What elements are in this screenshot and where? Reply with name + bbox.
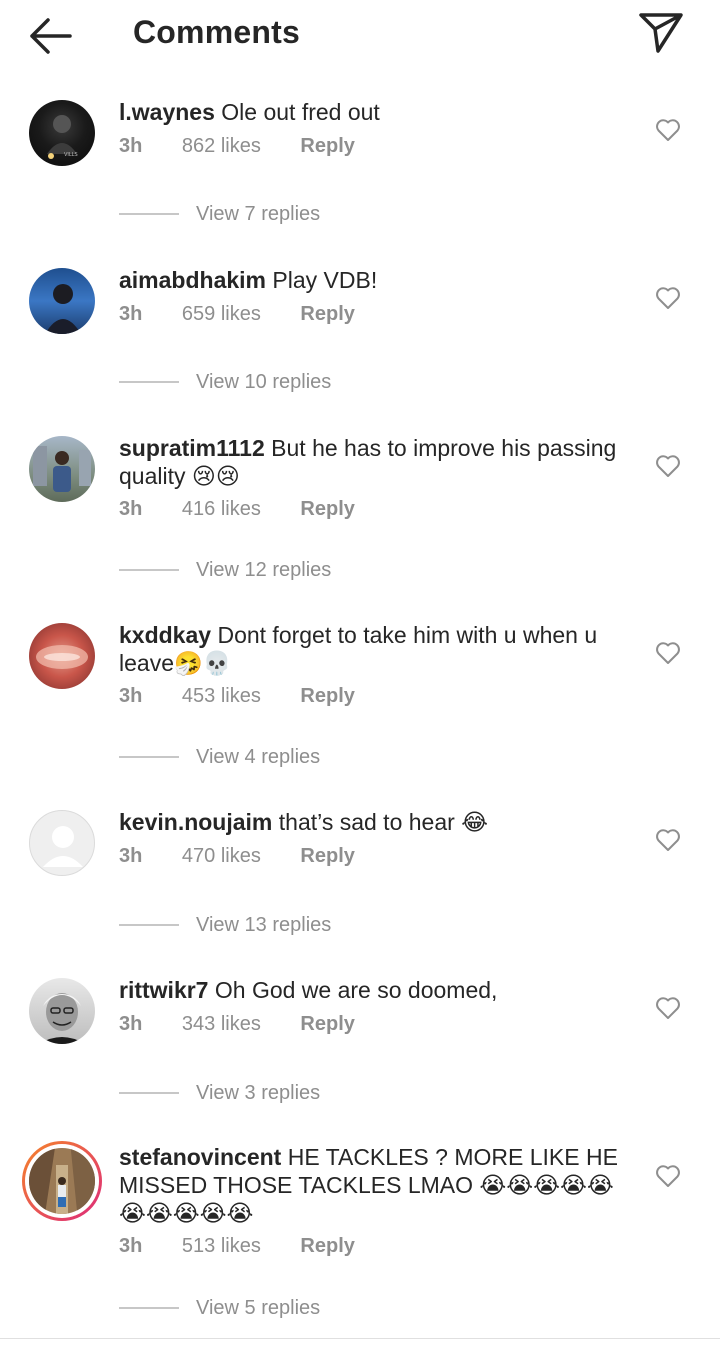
comment-body: Ole out fred out (221, 99, 380, 125)
comment-body: But he has to improve his passing (271, 435, 617, 461)
comment-body: that’s sad to hear 😂 (278, 809, 489, 835)
comment-body-continued-2: 😭😭😭😭😭 (119, 1200, 254, 1226)
view-replies-label: View 10 replies (196, 370, 332, 393)
comment-body-continued: quality 😢😢 (119, 463, 240, 489)
likes-count[interactable]: 513 likes (182, 1235, 261, 1258)
comment-meta: 3h 343 likes Reply (119, 1013, 389, 1036)
likes-count[interactable]: 862 likes (182, 135, 261, 158)
comment-username[interactable]: rittwikr7 (119, 977, 208, 1003)
comment-meta: 3h 513 likes Reply (119, 1235, 389, 1258)
comment-meta: 3h 453 likes Reply (119, 685, 389, 708)
view-replies-button[interactable]: View 3 replies (119, 1079, 320, 1107)
comment-text: kevin.noujaim that’s sad to hear 😂 (119, 808, 639, 836)
comment-username[interactable]: l.waynes (119, 99, 215, 125)
comment-body: Oh God we are so doomed, (214, 977, 498, 1003)
view-replies-button[interactable]: View 5 replies (119, 1294, 320, 1322)
comment-time: 3h (119, 845, 143, 867)
comment-time: 3h (119, 685, 143, 707)
reply-button[interactable]: Reply (300, 845, 354, 868)
comment-meta: 3h 862 likes Reply (119, 135, 389, 158)
comment-text: stefanovincent HE TACKLES ? MORE LIKE HE… (119, 1143, 639, 1227)
default-avatar-icon[interactable] (29, 810, 95, 876)
avatar[interactable] (29, 978, 95, 1044)
comment-time: 3h (119, 1235, 143, 1257)
view-replies-label: View 5 replies (196, 1296, 321, 1319)
replies-divider (119, 756, 179, 758)
reply-button[interactable]: Reply (300, 303, 354, 326)
comment-text: kxddkay Dont forget to take him with u w… (119, 621, 639, 677)
reply-button[interactable]: Reply (300, 685, 354, 708)
replies-divider (119, 924, 179, 926)
comment-username[interactable]: supratim1112 (119, 435, 265, 461)
view-replies-label: View 4 replies (196, 745, 321, 768)
reply-button[interactable]: Reply (300, 1235, 354, 1258)
comment-body: Dont forget to take him with u when u (217, 622, 598, 648)
back-arrow-icon[interactable] (24, 14, 78, 58)
heart-outline-icon[interactable] (655, 641, 681, 665)
story-avatar[interactable] (22, 1141, 102, 1221)
svg-text:VILLS: VILLS (64, 152, 78, 158)
reply-button[interactable]: Reply (300, 498, 354, 521)
replies-divider (119, 569, 179, 571)
comment-text: l.waynes Ole out fred out (119, 98, 639, 126)
comment-meta: 3h 659 likes Reply (119, 303, 389, 326)
view-replies-button[interactable]: View 7 replies (119, 200, 320, 228)
replies-divider (119, 1092, 179, 1094)
page-title: Comments (133, 14, 300, 50)
view-replies-label: View 7 replies (196, 202, 321, 225)
reply-button[interactable]: Reply (300, 1013, 354, 1036)
comment-time: 3h (119, 135, 143, 157)
view-replies-label: View 13 replies (196, 913, 332, 936)
avatar[interactable] (29, 623, 95, 689)
comment-username[interactable]: kxddkay (119, 622, 211, 648)
comment-body: HE TACKLES ? MORE LIKE HE (287, 1144, 618, 1170)
heart-outline-icon[interactable] (655, 996, 681, 1020)
heart-outline-icon[interactable] (655, 118, 681, 142)
comment-meta: 3h 470 likes Reply (119, 845, 389, 868)
comment-time: 3h (119, 303, 143, 325)
view-replies-label: View 3 replies (196, 1081, 321, 1104)
replies-divider (119, 381, 179, 383)
comment-username[interactable]: stefanovincent (119, 1144, 281, 1170)
likes-count[interactable]: 343 likes (182, 1013, 261, 1036)
comment-text: aimabdhakim Play VDB! (119, 266, 639, 294)
view-replies-button[interactable]: View 13 replies (119, 911, 331, 939)
replies-divider (119, 213, 179, 215)
likes-count[interactable]: 659 likes (182, 303, 261, 326)
paper-plane-icon[interactable] (636, 10, 686, 56)
view-replies-button[interactable]: View 12 replies (119, 556, 331, 584)
comment-body-continued: leave🤧💀 (119, 650, 232, 676)
likes-count[interactable]: 470 likes (182, 845, 261, 868)
heart-outline-icon[interactable] (655, 286, 681, 310)
top-bar: Comments (0, 0, 720, 72)
comment-username[interactable]: kevin.noujaim (119, 809, 272, 835)
view-replies-button[interactable]: View 4 replies (119, 743, 320, 771)
heart-outline-icon[interactable] (655, 828, 681, 852)
avatar[interactable] (29, 436, 95, 502)
view-replies-label: View 12 replies (196, 558, 332, 581)
bottom-divider (0, 1338, 720, 1339)
comment-body-continued: MISSED THOSE TACKLES LMAO 😭😭😭😭😭 (119, 1172, 614, 1198)
heart-outline-icon[interactable] (655, 1164, 681, 1188)
comment-body: Play VDB! (272, 267, 378, 293)
comment-username[interactable]: aimabdhakim (119, 267, 266, 293)
avatar[interactable]: VILLS (29, 100, 95, 166)
heart-outline-icon[interactable] (655, 454, 681, 478)
avatar[interactable] (29, 268, 95, 334)
comment-text: rittwikr7 Oh God we are so doomed, (119, 976, 639, 1004)
comment-text: supratim1112 But he has to improve his p… (119, 434, 639, 490)
likes-count[interactable]: 416 likes (182, 498, 261, 521)
comment-time: 3h (119, 498, 143, 520)
comment-time: 3h (119, 1013, 143, 1035)
view-replies-button[interactable]: View 10 replies (119, 368, 331, 396)
comment-meta: 3h 416 likes Reply (119, 498, 389, 521)
replies-divider (119, 1307, 179, 1309)
likes-count[interactable]: 453 likes (182, 685, 261, 708)
reply-button[interactable]: Reply (300, 135, 354, 158)
